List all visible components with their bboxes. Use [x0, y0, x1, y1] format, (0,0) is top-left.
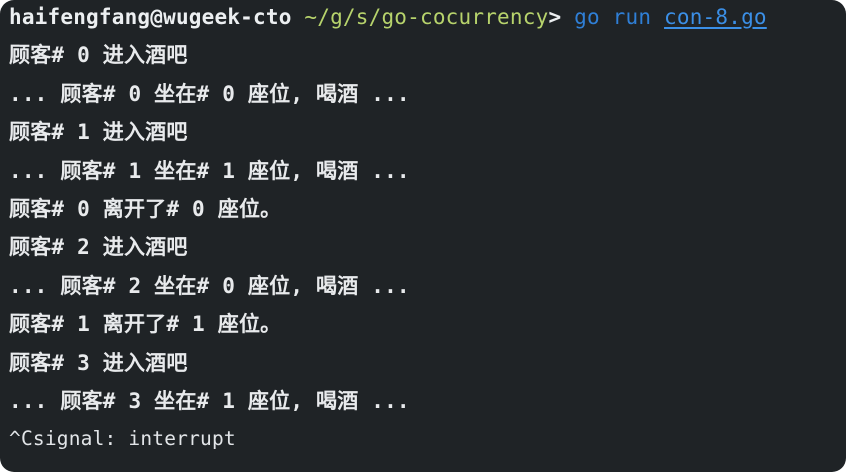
output-line: 顾客# 1 离开了# 1 座位。 — [9, 312, 282, 337]
prompt-path: ~/g/s/go-cocurrency — [304, 5, 549, 29]
command-run: run — [612, 5, 652, 29]
prompt-line: haifengfang@wugeek-cto ~/g/s/go-cocurren… — [9, 2, 846, 40]
command-go: go — [574, 5, 600, 29]
output-line: 顾客# 0 进入酒吧 — [9, 43, 188, 68]
output-line: ... 顾客# 3 坐在# 1 座位, 喝酒 ... — [9, 388, 410, 413]
prompt-symbol: > — [548, 5, 562, 29]
output-line: 顾客# 2 进入酒吧 — [9, 235, 188, 260]
output-line: 顾客# 3 进入酒吧 — [9, 350, 188, 375]
output-line: ... 顾客# 0 坐在# 0 座位, 喝酒 ... — [9, 81, 410, 106]
command-file-link[interactable]: con-8.go — [664, 5, 767, 29]
prompt-user-host: haifengfang@wugeek-cto — [9, 5, 292, 29]
terminal-window[interactable]: haifengfang@wugeek-cto ~/g/s/go-cocurren… — [0, 0, 846, 472]
output-line: 顾客# 1 进入酒吧 — [9, 120, 188, 145]
output-line: 顾客# 0 离开了# 0 座位。 — [9, 196, 282, 221]
output-line: ... 顾客# 2 坐在# 0 座位, 喝酒 ... — [9, 273, 410, 298]
interrupt-line: ^Csignal: interrupt — [9, 427, 236, 451]
output-line: ... 顾客# 1 坐在# 1 座位, 喝酒 ... — [9, 158, 410, 183]
